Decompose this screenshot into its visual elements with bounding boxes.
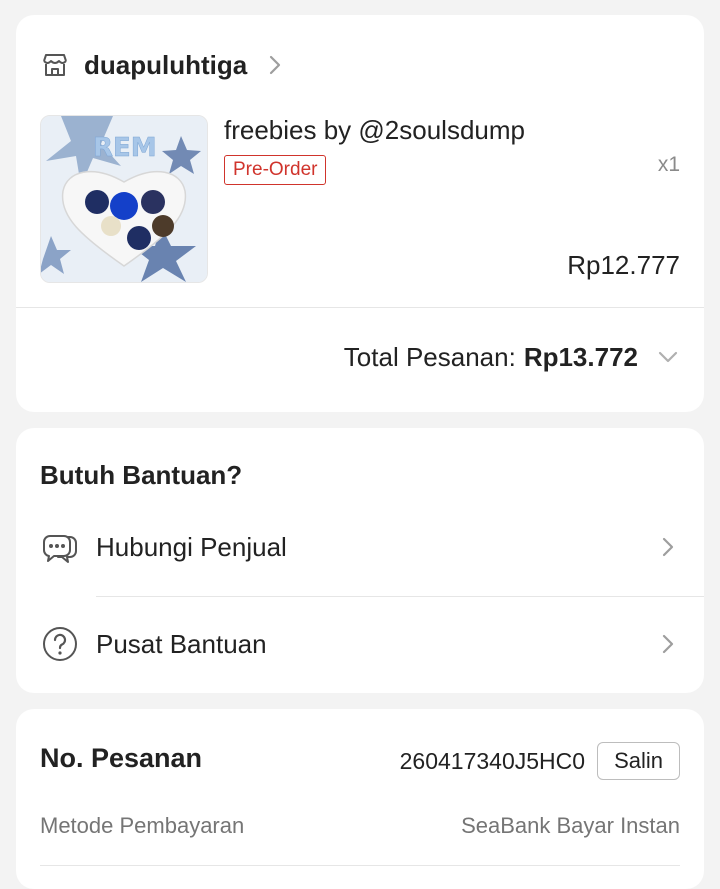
- product-quantity: x1: [657, 153, 680, 176]
- total-label: Total Pesanan:: [343, 341, 516, 372]
- divider: [96, 596, 704, 597]
- payment-method-label: Metode Pembayaran: [40, 813, 245, 838]
- preorder-badge: Pre-Order: [224, 155, 327, 185]
- chevron-right-icon: [658, 631, 678, 657]
- product-image[interactable]: REM: [40, 115, 208, 283]
- help-title: Butuh Bantuan?: [40, 460, 243, 490]
- thumbnail-logo-text: REM: [93, 133, 157, 163]
- chat-icon: [40, 527, 80, 567]
- shop-header[interactable]: duapuluhtiga: [40, 47, 285, 83]
- order-info-card: No. Pesanan 260417340J5HC0 Salin Metode …: [16, 709, 704, 889]
- order-total-row[interactable]: Total Pesanan: Rp13.772: [344, 337, 680, 377]
- total-value: Rp13.772: [523, 341, 638, 372]
- chevron-down-icon[interactable]: [656, 345, 680, 369]
- contact-seller-row[interactable]: Hubungi Penjual: [16, 512, 704, 582]
- copy-button[interactable]: Salin: [597, 742, 680, 780]
- order-number-row: 260417340J5HC0 Salin: [400, 741, 680, 781]
- help-center-row[interactable]: Pusat Bantuan: [16, 609, 704, 679]
- product-price: Rp12.777: [567, 250, 680, 280]
- store-icon: [40, 50, 70, 80]
- divider: [40, 865, 680, 866]
- chevron-right-icon: [658, 534, 678, 560]
- divider: [16, 307, 704, 308]
- shop-name[interactable]: duapuluhtiga: [84, 50, 247, 81]
- product-title[interactable]: freebies by @2soulsdump: [224, 115, 525, 146]
- order-card: duapuluhtiga REM freebies by @2soulsdump…: [16, 15, 704, 412]
- order-number-value: 260417340J5HC0: [399, 747, 586, 774]
- chevron-right-icon[interactable]: [265, 53, 285, 77]
- contact-seller-label: Hubungi Penjual: [96, 531, 287, 562]
- question-circle-icon: [40, 624, 80, 664]
- order-number-label: No. Pesanan: [40, 743, 203, 773]
- help-card: Butuh Bantuan? Hubungi Penjual Pusat Ban…: [16, 428, 704, 693]
- payment-method-value: SeaBank Bayar Instan: [461, 813, 680, 838]
- help-center-label: Pusat Bantuan: [96, 628, 267, 659]
